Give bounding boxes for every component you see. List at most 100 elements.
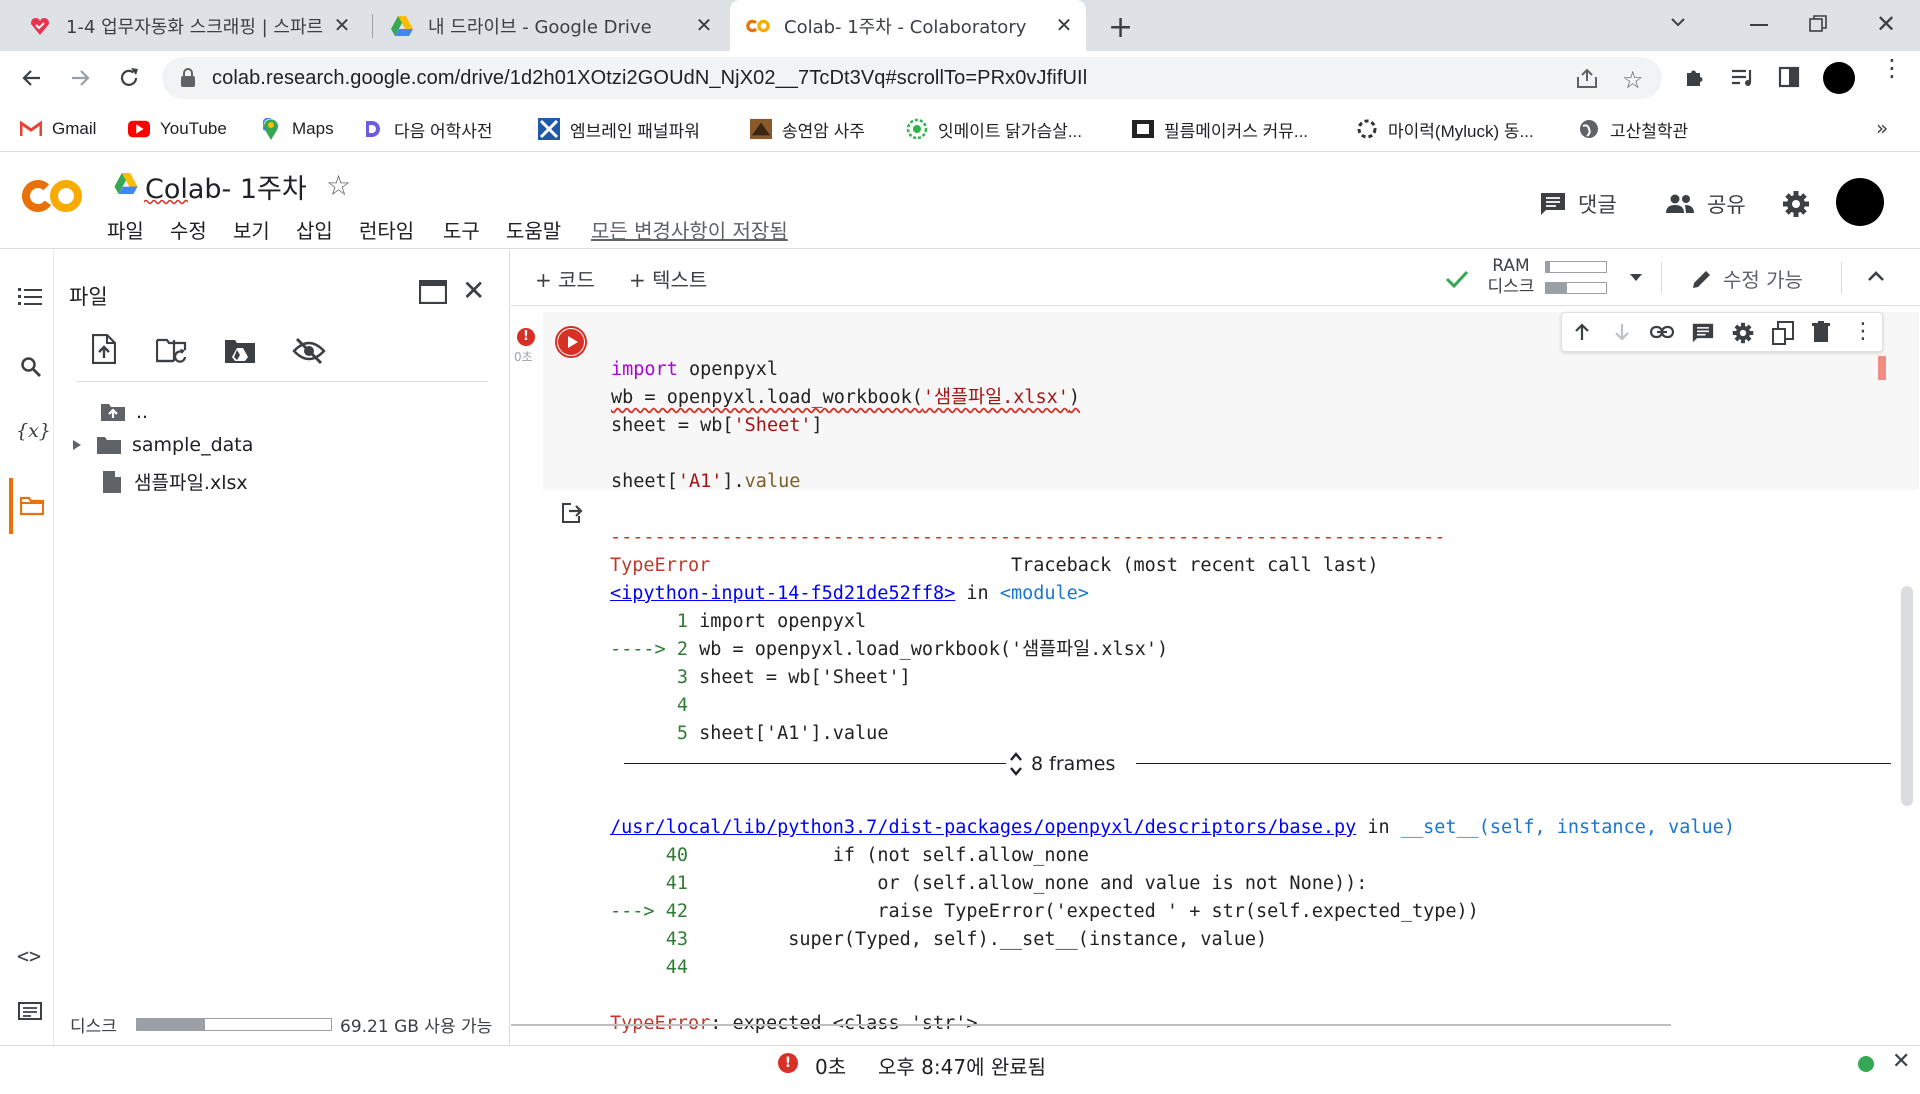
folder-icon[interactable] bbox=[20, 496, 44, 516]
minimize-icon[interactable] bbox=[1750, 24, 1768, 26]
menu-help[interactable]: 도움말 bbox=[506, 215, 561, 244]
variables-icon[interactable]: {𝑥} bbox=[16, 420, 51, 442]
panel-title: 파일 bbox=[69, 285, 108, 309]
new-tab-button[interactable]: + bbox=[1108, 10, 1133, 45]
forward-icon[interactable] bbox=[68, 66, 92, 90]
hide-files-icon[interactable] bbox=[292, 336, 326, 366]
add-text-button[interactable]: + 텍스트 bbox=[629, 264, 707, 293]
comment-icon bbox=[1540, 192, 1566, 216]
bookmark-gosan[interactable]: 고산철학관 bbox=[1578, 114, 1688, 144]
horizontal-scrollbar[interactable] bbox=[511, 1024, 1671, 1026]
vertical-scrollbar[interactable] bbox=[1901, 586, 1913, 806]
mirror-cell-icon[interactable] bbox=[1772, 321, 1794, 345]
code-snippets-icon[interactable]: <> bbox=[17, 944, 41, 968]
bookmark-daum-dictionary[interactable]: 다음 어학사전 bbox=[362, 114, 493, 144]
traceback-line: 41 or (self.allow_none and value is not … bbox=[665, 873, 1368, 894]
menu-file[interactable]: 파일 bbox=[107, 215, 144, 244]
url-text[interactable]: colab.research.google.com/drive/1d2h01XO… bbox=[212, 67, 1087, 90]
list-item[interactable]: 샘플파일.xlsx bbox=[102, 468, 248, 495]
close-panel-icon[interactable]: ✕ bbox=[462, 274, 485, 307]
tab-google-drive[interactable]: 내 드라이브 - Google Drive ✕ bbox=[376, 0, 726, 51]
add-code-button[interactable]: + 코드 bbox=[535, 264, 595, 293]
close-status-icon[interactable]: ✕ bbox=[1892, 1049, 1910, 1074]
file-link[interactable]: /usr/local/lib/python3.7/dist-packages/o… bbox=[610, 817, 1356, 838]
share-button[interactable]: 공유 bbox=[1665, 189, 1746, 219]
terminal-icon[interactable] bbox=[18, 1002, 42, 1020]
colab-logo[interactable] bbox=[22, 177, 84, 215]
tab-search-icon[interactable] bbox=[1668, 12, 1688, 32]
extensions-icon[interactable] bbox=[1683, 65, 1707, 89]
mount-drive-icon[interactable] bbox=[224, 338, 256, 364]
bookmark-embrain[interactable]: 엠브레인 패널파워 bbox=[538, 114, 700, 144]
bookmark-eatmate[interactable]: 잇메이트 닭가슴살... bbox=[906, 114, 1082, 144]
menu-runtime[interactable]: 런타임 bbox=[359, 215, 414, 244]
tab-sparta[interactable]: 1-4 업무자동화 스크래핑 | 스파르 ✕ bbox=[14, 0, 364, 51]
menu-view[interactable]: 보기 bbox=[233, 215, 270, 244]
comment-icon[interactable] bbox=[1692, 322, 1714, 344]
close-icon[interactable]: ✕ bbox=[1052, 13, 1076, 37]
code-line: sheet = wb['Sheet'] bbox=[611, 415, 823, 436]
refresh-folder-icon[interactable] bbox=[156, 338, 188, 364]
tab-colab[interactable]: Colab- 1주차 - Colaboratory ✕ bbox=[730, 0, 1086, 51]
window-close-icon[interactable]: ✕ bbox=[1876, 10, 1896, 38]
output-toggle-icon[interactable] bbox=[561, 502, 585, 524]
upload-file-icon[interactable] bbox=[92, 334, 116, 364]
star-icon[interactable]: ☆ bbox=[326, 169, 351, 202]
search-icon[interactable] bbox=[20, 356, 42, 378]
menu-tools[interactable]: 도구 bbox=[443, 215, 480, 244]
close-icon[interactable]: ✕ bbox=[692, 13, 716, 37]
media-control-icon[interactable] bbox=[1730, 66, 1756, 90]
frames-toggle[interactable]: 8 frames bbox=[1009, 750, 1115, 778]
google-drive-icon[interactable] bbox=[114, 173, 138, 194]
code-line: sheet['A1'].value bbox=[611, 471, 801, 492]
lock-icon[interactable] bbox=[180, 68, 196, 88]
cell-settings-icon[interactable] bbox=[1732, 322, 1754, 344]
back-icon[interactable] bbox=[20, 66, 44, 90]
bookmark-filmmakers[interactable]: 필름메이커스 커뮤... bbox=[1132, 114, 1308, 144]
browser-menu-icon[interactable]: ⋮ bbox=[1880, 56, 1904, 80]
bookmark-myluck[interactable]: 마이럭(Myluck) 동... bbox=[1356, 114, 1534, 144]
code-line: wb = openpyxl.load_workbook('샘플파일.xlsx') bbox=[611, 387, 1081, 408]
expand-arrow-icon[interactable] bbox=[72, 439, 82, 451]
list-item[interactable]: .. bbox=[100, 401, 148, 423]
restore-icon[interactable] bbox=[1808, 14, 1828, 34]
disk-usage-bar bbox=[136, 1018, 332, 1031]
link-icon[interactable] bbox=[1650, 323, 1674, 341]
account-avatar[interactable] bbox=[1836, 178, 1884, 226]
move-down-icon[interactable] bbox=[1612, 322, 1632, 342]
move-up-icon[interactable] bbox=[1572, 322, 1592, 342]
address-bar[interactable]: colab.research.google.com/drive/1d2h01XO… bbox=[162, 57, 1662, 99]
bookmarks-more-icon[interactable]: » bbox=[1876, 116, 1888, 140]
list-item[interactable]: sample_data bbox=[72, 434, 253, 456]
chevron-down-icon[interactable] bbox=[1629, 273, 1643, 282]
profile-avatar[interactable] bbox=[1823, 62, 1855, 94]
tab-title: 1-4 업무자동화 스크래핑 | 스파르 bbox=[66, 16, 324, 38]
input-link[interactable]: <ipython-input-14-f5d21de52ff8> bbox=[610, 583, 955, 604]
bookmark-gmail[interactable]: Gmail bbox=[20, 114, 96, 144]
output-dashes: ----------------------------------------… bbox=[610, 527, 1446, 548]
bookmark-youtube[interactable]: YouTube bbox=[128, 114, 227, 144]
run-cell-button[interactable] bbox=[555, 326, 587, 358]
collapse-header-icon[interactable] bbox=[1867, 270, 1885, 282]
reload-icon[interactable] bbox=[116, 65, 142, 91]
edit-mode-button[interactable]: 수정 가능 bbox=[1691, 264, 1803, 293]
bookmark-saju[interactable]: 송연암 사주 bbox=[750, 114, 865, 144]
notebook-area: ! 0초 import openpyxl wb = openpyxl.load_w… bbox=[511, 306, 1920, 1034]
share-page-icon[interactable] bbox=[1575, 67, 1599, 89]
comment-button[interactable]: 댓글 bbox=[1540, 189, 1617, 219]
filmmakers-icon bbox=[1132, 118, 1154, 140]
bookmark-star-icon[interactable]: ☆ bbox=[1622, 66, 1644, 94]
bookmark-maps[interactable]: Maps bbox=[260, 114, 334, 144]
saved-status[interactable]: 모든 변경사항이 저장됨 bbox=[591, 215, 788, 244]
resource-labels[interactable]: RAM 디스크 bbox=[1481, 256, 1541, 298]
delete-icon[interactable] bbox=[1812, 321, 1830, 343]
table-of-contents-icon[interactable] bbox=[18, 286, 42, 306]
more-options-icon[interactable]: ⋮ bbox=[1852, 319, 1874, 344]
close-icon[interactable]: ✕ bbox=[330, 13, 354, 37]
side-panel-icon[interactable] bbox=[1778, 66, 1800, 88]
menu-edit[interactable]: 수정 bbox=[170, 215, 207, 244]
open-in-tab-icon[interactable] bbox=[419, 280, 447, 304]
menu-insert[interactable]: 삽입 bbox=[296, 215, 333, 244]
disk-label: 디스크 bbox=[70, 1017, 117, 1037]
settings-gear-icon[interactable] bbox=[1782, 190, 1810, 218]
